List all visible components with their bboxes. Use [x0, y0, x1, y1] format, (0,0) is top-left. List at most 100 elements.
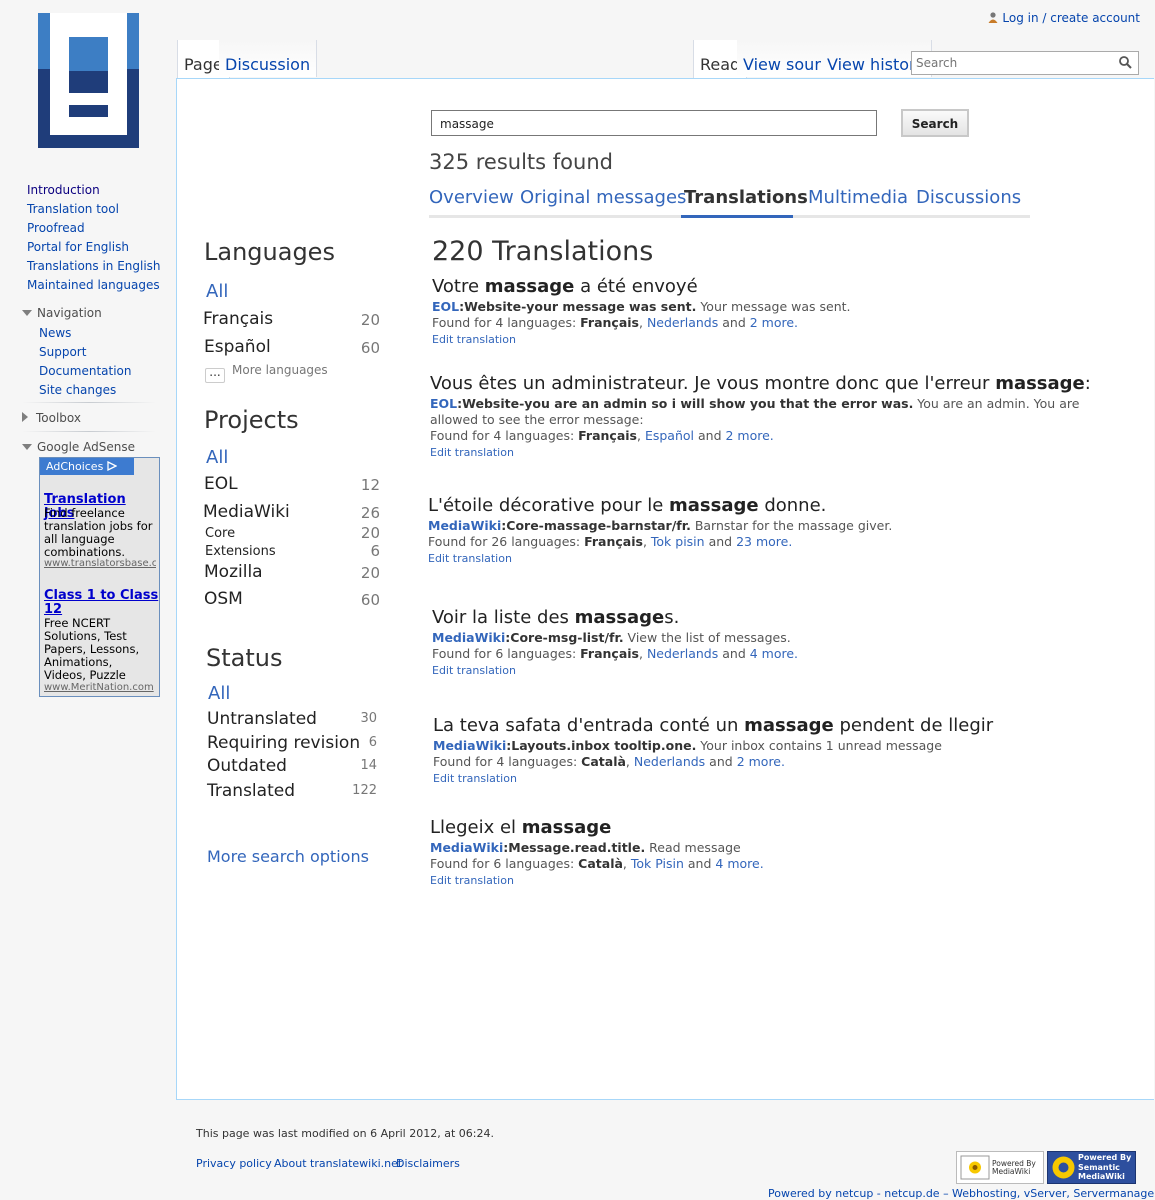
- more-languages[interactable]: ... More languages: [205, 363, 328, 383]
- project-facet-item[interactable]: MediaWiki: [203, 502, 290, 522]
- sidebar-item-proofread[interactable]: Proofread: [27, 221, 85, 235]
- sidebar-item-support[interactable]: Support: [39, 345, 86, 359]
- result-project-link[interactable]: EOL: [430, 396, 457, 411]
- project-facet-item[interactable]: Mozilla: [204, 562, 263, 582]
- facet-count: 30: [360, 711, 377, 726]
- ad-title-class[interactable]: Class 1 to Class 12: [44, 589, 159, 617]
- tab-discussion[interactable]: Discussion: [219, 40, 318, 77]
- sidebar-item-portal-english[interactable]: Portal for English: [27, 240, 129, 254]
- result-lang-link[interactable]: Nederlands: [647, 315, 718, 330]
- tab-overview[interactable]: Overview: [429, 187, 514, 208]
- status-facet-item[interactable]: Outdated: [207, 756, 287, 776]
- result-project-link[interactable]: MediaWiki: [432, 630, 505, 645]
- result-lang-link[interactable]: Català: [578, 856, 623, 871]
- edit-translation-link[interactable]: Edit translation: [432, 333, 516, 346]
- user-icon: [988, 12, 998, 23]
- result-lang-link[interactable]: Tok Pisin: [631, 856, 684, 871]
- footer-link-disclaimers[interactable]: Disclaimers: [396, 1157, 460, 1170]
- edit-translation-link[interactable]: Edit translation: [430, 874, 514, 887]
- result-more-link[interactable]: 23 more.: [736, 534, 792, 549]
- navigation-portal-header[interactable]: Navigation: [22, 306, 102, 320]
- result-lang-link[interactable]: Français: [580, 646, 639, 661]
- result-project-link[interactable]: MediaWiki: [433, 738, 506, 753]
- languages-all[interactable]: All: [206, 281, 228, 302]
- project-facet-item[interactable]: OSM: [204, 589, 243, 609]
- sidebar-item-maintained-languages[interactable]: Maintained languages: [27, 278, 160, 292]
- result-more-link[interactable]: 4 more.: [750, 646, 798, 661]
- login-link[interactable]: Log in / create account: [988, 11, 1140, 25]
- facet-count: 60: [360, 339, 380, 357]
- powered-by-smw-badge[interactable]: Powered By Semantic MediaWiki: [1047, 1151, 1136, 1184]
- edit-translation-link[interactable]: Edit translation: [433, 772, 517, 785]
- tab-original-messages[interactable]: Original messages: [520, 187, 686, 208]
- toolbox-portal-header[interactable]: Toolbox: [22, 411, 81, 425]
- mediawiki-flower-icon: [960, 1155, 990, 1180]
- result-message-key[interactable]: :Core-msg-list/fr.: [505, 630, 623, 645]
- projects-all[interactable]: All: [206, 447, 228, 468]
- result-lang-link[interactable]: Tok pisin: [651, 534, 705, 549]
- adchoices-badge[interactable]: AdChoices: [40, 458, 134, 475]
- search-field[interactable]: [431, 110, 878, 136]
- sidebar-item-introduction[interactable]: Introduction: [27, 183, 100, 197]
- ad-text: Find freelance translation jobs for all …: [44, 506, 153, 559]
- result-message-key[interactable]: :Message.read.title.: [503, 840, 645, 855]
- status-all[interactable]: All: [208, 683, 230, 704]
- result-lang-link[interactable]: Català: [581, 754, 626, 769]
- edit-translation-link[interactable]: Edit translation: [432, 664, 516, 677]
- result-message-key[interactable]: :Core-massage-barnstar/fr.: [501, 518, 691, 533]
- ad-url[interactable]: www.MeritNation.com: [44, 682, 156, 693]
- sidebar-item-news[interactable]: News: [39, 326, 71, 340]
- result-message-key[interactable]: :Layouts.inbox tooltip.one.: [506, 738, 696, 753]
- project-facet-item[interactable]: EOL: [204, 474, 238, 494]
- result-project-link[interactable]: EOL: [432, 299, 459, 314]
- sidebar-item-translation-tool[interactable]: Translation tool: [27, 202, 119, 216]
- status-facet-item[interactable]: Untranslated: [207, 709, 317, 729]
- footer-link-privacy[interactable]: Privacy policy: [196, 1157, 272, 1170]
- top-search-field[interactable]: [911, 51, 1139, 75]
- sidebar-item-translations-english[interactable]: Translations in English: [27, 259, 161, 273]
- result-title: Vous êtes un administrateur. Je vous mon…: [430, 373, 1091, 394]
- search-input[interactable]: [432, 111, 878, 135]
- status-facet-item[interactable]: Translated: [207, 781, 295, 801]
- result-message-key[interactable]: :Website-your message was sent.: [459, 299, 696, 314]
- search-icon[interactable]: [1119, 56, 1132, 69]
- project-facet-subitem[interactable]: Extensions: [205, 544, 276, 559]
- result-lang-link[interactable]: Nederlands: [647, 646, 718, 661]
- result-project-link[interactable]: MediaWiki: [430, 840, 503, 855]
- ad-url[interactable]: www.translatorsbase.com: [44, 558, 156, 569]
- ad-box: AdChoices Translation jobs Find freelanc…: [39, 457, 160, 697]
- translatewiki-logo[interactable]: [38, 13, 139, 148]
- facet-count: 12: [360, 476, 380, 494]
- result-more-link[interactable]: 4 more.: [715, 856, 763, 871]
- language-facet-item[interactable]: Français: [203, 309, 273, 329]
- tab-translations[interactable]: Translations: [684, 187, 808, 208]
- language-facet-item[interactable]: Español: [204, 337, 271, 357]
- result-message-key[interactable]: :Website-you are an admin so i will show…: [457, 396, 913, 411]
- edit-translation-link[interactable]: Edit translation: [430, 446, 514, 459]
- result-lang-link[interactable]: Français: [584, 534, 643, 549]
- hosting-link[interactable]: Powered by netcup - netcup.de – Webhosti…: [768, 1187, 1155, 1200]
- collapse-arrow-icon: [22, 310, 32, 316]
- sidebar-item-site-changes[interactable]: Site changes: [39, 383, 116, 397]
- sidebar-item-documentation[interactable]: Documentation: [39, 364, 132, 378]
- more-search-options-link[interactable]: More search options: [207, 847, 369, 866]
- adsense-portal-header[interactable]: Google AdSense: [22, 440, 135, 454]
- result-project-link[interactable]: MediaWiki: [428, 518, 501, 533]
- edit-translation-link[interactable]: Edit translation: [428, 552, 512, 565]
- search-button[interactable]: Search: [901, 109, 969, 137]
- project-facet-subitem[interactable]: Core: [205, 526, 235, 541]
- powered-by-mediawiki-badge[interactable]: Powered By MediaWiki: [956, 1151, 1044, 1184]
- result-found-for: Found for 26 languages: Français, Tok pi…: [428, 534, 793, 549]
- result-lang-link[interactable]: Nederlands: [634, 754, 705, 769]
- result-more-link[interactable]: 2 more.: [750, 315, 798, 330]
- result-more-link[interactable]: 2 more.: [737, 754, 785, 769]
- tab-discussions[interactable]: Discussions: [916, 187, 1021, 208]
- result-more-link[interactable]: 2 more.: [726, 428, 774, 443]
- facet-count: 14: [360, 758, 377, 773]
- top-search-input[interactable]: [912, 52, 1110, 74]
- result-lang-link[interactable]: Français: [580, 315, 639, 330]
- footer-link-about[interactable]: About translatewiki.net: [274, 1157, 402, 1170]
- result-lang-link[interactable]: Español: [645, 428, 694, 443]
- tab-multimedia[interactable]: Multimedia: [808, 187, 908, 208]
- result-lang-link[interactable]: Français: [578, 428, 637, 443]
